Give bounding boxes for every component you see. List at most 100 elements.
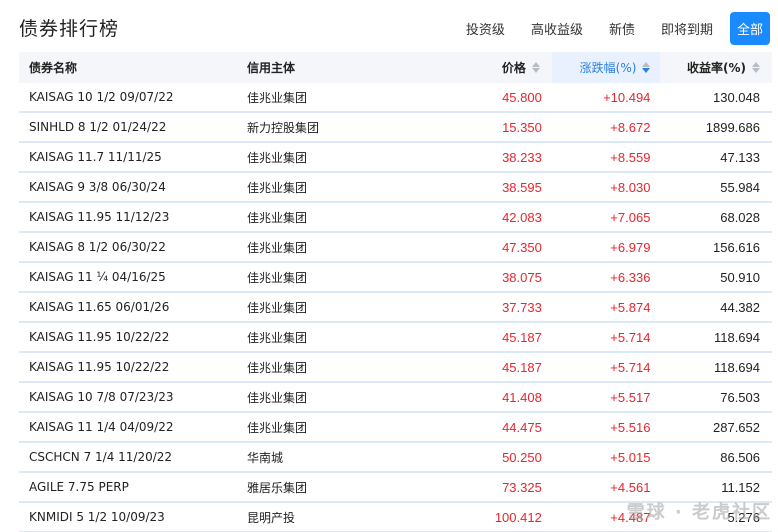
- yield-cell: 287.652: [713, 419, 760, 435]
- bond-name-cell: CSCHCN 7 1/4 11/20/22: [29, 450, 173, 464]
- yield-cell: 76.503: [720, 389, 760, 405]
- bond-name-cell: KAISAG 10 7/8 07/23/23: [29, 390, 174, 404]
- yield-cell: 11.152: [721, 479, 760, 495]
- column-header-issuer: 信用主体: [247, 61, 296, 75]
- table-row[interactable]: KAISAG 11.95 10/22/22 佳兆业集团 45.187 +5.714 11…: [19, 353, 772, 383]
- change-cell: +4.561: [610, 479, 651, 495]
- price-cell: 15.350: [502, 119, 542, 135]
- yield-cell: 47.133: [720, 149, 760, 165]
- column-header-price[interactable]: 价格: [434, 59, 551, 76]
- change-cell: +8.559: [610, 149, 651, 165]
- table-row[interactable]: KAISAG 11.95 10/22/22 佳兆业集团 45.187 +5.714 11…: [19, 323, 772, 353]
- table-row[interactable]: KAISAG 9 3/8 06/30/24 佳兆业集团 38.595 +8.030 55…: [19, 173, 772, 203]
- issuer-cell: 佳兆业集团: [247, 180, 308, 195]
- table-row[interactable]: KAISAG 11.7 11/11/25 佳兆业集团 38.233 +8.559 47.…: [19, 143, 772, 173]
- issuer-cell: 昆明产投: [247, 510, 296, 525]
- price-cell: 45.187: [502, 359, 542, 375]
- bond-name-cell: KAISAG 11.95 10/22/22: [29, 360, 170, 374]
- price-cell: 41.408: [502, 389, 542, 405]
- bond-name-cell: KAISAG 11.65 06/01/26: [29, 300, 170, 314]
- bond-name-cell: KNMIDI 5 1/2 10/09/23: [29, 510, 165, 524]
- price-cell: 45.800: [502, 89, 542, 105]
- price-cell: 44.475: [502, 419, 542, 435]
- bond-name-cell: KAISAG 8 1/2 06/30/22: [29, 240, 166, 254]
- column-header-change-label: 涨跌幅(%): [579, 61, 637, 75]
- issuer-cell: 佳兆业集团: [247, 360, 308, 375]
- change-cell: +8.672: [610, 119, 651, 135]
- price-cell: 50.250: [502, 449, 542, 465]
- yield-cell: 118.694: [713, 359, 760, 375]
- bond-name-cell: AGILE 7.75 PERP: [29, 480, 129, 494]
- change-cell: +5.714: [610, 359, 651, 375]
- bond-name-cell: KAISAG 11 ¼ 04/16/25: [29, 270, 166, 284]
- issuer-cell: 佳兆业集团: [247, 300, 308, 315]
- yield-cell: 50.910: [720, 269, 760, 285]
- filter-tabs: 投资级 高收益级 新债 即将到期 全部: [457, 12, 770, 45]
- watermark: 雪球 · 老虎社区: [626, 502, 772, 523]
- change-cell: +6.979: [610, 239, 651, 255]
- bond-name-cell: KAISAG 9 3/8 06/30/24: [29, 180, 166, 194]
- issuer-cell: 佳兆业集团: [247, 330, 308, 345]
- table-row[interactable]: KAISAG 11 1/4 04/09/22 佳兆业集团 44.475 +5.516 2…: [19, 413, 772, 443]
- price-cell: 42.083: [502, 209, 542, 225]
- table-row[interactable]: KAISAG 10 7/8 07/23/23 佳兆业集团 41.408 +5.517 7…: [19, 383, 772, 413]
- change-cell: +5.714: [610, 329, 651, 345]
- change-cell: +5.015: [610, 449, 651, 465]
- price-cell: 73.325: [502, 479, 542, 495]
- change-cell: +8.030: [610, 179, 651, 195]
- table-row[interactable]: KAISAG 8 1/2 06/30/22 佳兆业集团 47.350 +6.979 15…: [19, 233, 772, 263]
- change-cell: +7.065: [610, 209, 651, 225]
- sort-icon[interactable]: [752, 62, 760, 73]
- table-row[interactable]: KAISAG 11 ¼ 04/16/25 佳兆业集团 38.075 +6.336 50.…: [19, 263, 772, 293]
- issuer-cell: 佳兆业集团: [247, 420, 308, 435]
- tab-investment-grade[interactable]: 投资级: [457, 14, 514, 43]
- table-body: KAISAG 10 1/2 09/07/22 佳兆业集团 45.800 +10.494…: [19, 83, 772, 532]
- tab-new-bonds[interactable]: 新债: [600, 14, 644, 43]
- price-cell: 47.350: [502, 239, 542, 255]
- yield-cell: 44.382: [720, 299, 760, 315]
- table-row[interactable]: KAISAG 10 1/2 09/07/22 佳兆业集团 45.800 +10.494…: [19, 83, 772, 113]
- issuer-cell: 佳兆业集团: [247, 270, 308, 285]
- issuer-cell: 佳兆业集团: [247, 90, 308, 105]
- issuer-cell: 佳兆业集团: [247, 390, 308, 405]
- issuer-cell: 华南城: [247, 450, 284, 465]
- yield-cell: 55.984: [720, 179, 760, 195]
- column-header-price-label: 价格: [501, 61, 526, 75]
- yield-cell: 86.506: [720, 449, 760, 465]
- price-cell: 100.412: [494, 509, 542, 525]
- yield-cell: 118.694: [713, 329, 760, 345]
- table-row[interactable]: KAISAG 11.95 11/12/23 佳兆业集团 42.083 +7.065 68…: [19, 203, 772, 233]
- yield-cell: 156.616: [713, 239, 760, 255]
- issuer-cell: 佳兆业集团: [247, 240, 308, 255]
- header: 债券排行榜 投资级 高收益级 新债 即将到期 全部: [0, 0, 778, 52]
- sort-descending-icon[interactable]: [642, 62, 651, 73]
- table-row[interactable]: CSCHCN 7 1/4 11/20/22 华南城 50.250 +5.015 86.5…: [19, 443, 772, 473]
- column-header-yield-label: 收益率(%): [687, 61, 746, 75]
- price-cell: 38.075: [502, 269, 542, 285]
- change-cell: +10.494: [603, 89, 651, 105]
- tab-high-yield[interactable]: 高收益级: [522, 14, 592, 43]
- change-cell: +5.874: [610, 299, 651, 315]
- tab-all[interactable]: 全部: [729, 12, 770, 45]
- table-header: 债券名称 信用主体 价格 涨跌幅(%) 收益率(%): [19, 52, 772, 83]
- page-title: 债券排行榜: [19, 18, 120, 40]
- sort-icon[interactable]: [531, 62, 540, 73]
- price-cell: 37.733: [502, 299, 542, 315]
- column-header-yield[interactable]: 收益率(%): [660, 59, 772, 76]
- table-row[interactable]: SINHLD 8 1/2 01/24/22 新力控股集团 15.350 +8.672 1…: [19, 113, 772, 143]
- bond-name-cell: KAISAG 11.95 11/12/23: [29, 210, 170, 224]
- issuer-cell: 雅居乐集团: [247, 480, 308, 495]
- table-row[interactable]: KAISAG 11.65 06/01/26 佳兆业集团 37.733 +5.874 44…: [19, 293, 772, 323]
- price-cell: 45.187: [502, 329, 542, 345]
- issuer-cell: 佳兆业集团: [247, 210, 308, 225]
- change-cell: +6.336: [610, 269, 651, 285]
- column-header-change[interactable]: 涨跌幅(%): [551, 52, 661, 83]
- bond-name-cell: KAISAG 11 1/4 04/09/22: [29, 420, 174, 434]
- bond-name-cell: KAISAG 11.95 10/22/22: [29, 330, 170, 344]
- bond-name-cell: KAISAG 11.7 11/11/25: [29, 150, 162, 164]
- yield-cell: 130.048: [713, 89, 760, 105]
- change-cell: +5.517: [610, 389, 651, 405]
- issuer-cell: 佳兆业集团: [247, 150, 308, 165]
- tab-maturing-soon[interactable]: 即将到期: [652, 14, 722, 43]
- bond-name-cell: SINHLD 8 1/2 01/24/22: [29, 120, 167, 134]
